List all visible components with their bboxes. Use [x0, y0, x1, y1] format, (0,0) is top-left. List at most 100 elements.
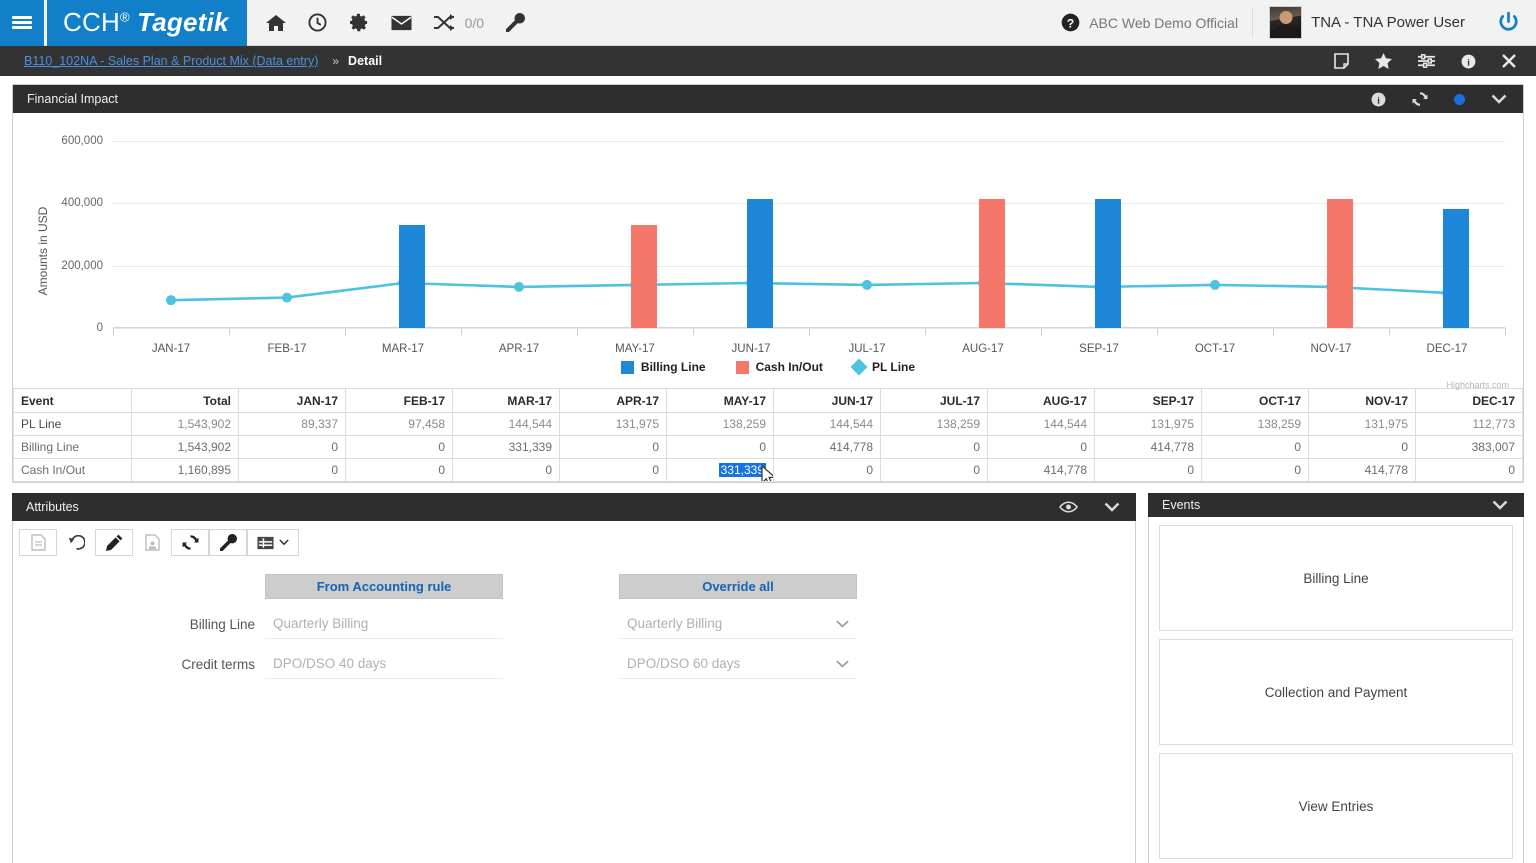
- legend-item-cash-in-out[interactable]: Cash In/Out: [735, 360, 823, 374]
- chart-bar[interactable]: [1327, 198, 1353, 328]
- table-cell[interactable]: 144,544: [987, 412, 1095, 436]
- table-cell[interactable]: 0: [1201, 458, 1309, 482]
- filter-icon[interactable]: [1418, 54, 1435, 68]
- legend-item-pl-line[interactable]: PL Line: [850, 358, 915, 376]
- save-document-icon[interactable]: [133, 529, 171, 556]
- table-cell[interactable]: 0: [345, 458, 453, 482]
- chevron-down-icon[interactable]: [1492, 500, 1508, 511]
- close-icon[interactable]: [1502, 54, 1516, 68]
- table-cell[interactable]: 0: [880, 435, 988, 459]
- table-cell-event[interactable]: PL Line: [13, 412, 132, 436]
- chart-data-point[interactable]: [514, 281, 524, 292]
- home-icon[interactable]: [265, 12, 287, 34]
- table-cell[interactable]: 0: [880, 458, 988, 482]
- table-cell[interactable]: 0: [987, 435, 1095, 459]
- billing-line-override-select[interactable]: Quarterly Billing: [619, 609, 857, 639]
- status-dot-icon[interactable]: [1454, 93, 1465, 105]
- selected-cell-value[interactable]: 331,339: [718, 463, 766, 477]
- table-cell[interactable]: 112,773: [1415, 412, 1523, 436]
- event-button-collection-and-payment[interactable]: Collection and Payment: [1159, 639, 1513, 745]
- gear-icon[interactable]: [349, 12, 371, 34]
- star-icon[interactable]: [1375, 53, 1392, 69]
- table-cell[interactable]: 414,778: [1094, 435, 1202, 459]
- table-cell-event[interactable]: Cash In/Out: [13, 458, 132, 482]
- wrench-icon[interactable]: [209, 529, 247, 556]
- table-column-header[interactable]: OCT-17: [1201, 388, 1309, 413]
- power-icon[interactable]: [1481, 11, 1536, 34]
- undo-icon[interactable]: [57, 529, 95, 556]
- table-cell[interactable]: 131,975: [1094, 412, 1202, 436]
- table-cell[interactable]: 0: [559, 458, 667, 482]
- table-cell[interactable]: 0: [1201, 435, 1309, 459]
- chevron-down-icon[interactable]: [1104, 502, 1120, 513]
- shuffle-icon[interactable]: [433, 12, 455, 34]
- edit-pencil-icon[interactable]: [95, 529, 133, 556]
- table-cell-total[interactable]: 1,160,895: [131, 458, 239, 482]
- table-column-header[interactable]: MAR-17: [452, 388, 560, 413]
- table-cell[interactable]: 414,778: [1308, 458, 1416, 482]
- table-cell[interactable]: 383,007: [1415, 435, 1523, 459]
- table-cell[interactable]: 0: [345, 435, 453, 459]
- event-button-billing-line[interactable]: Billing Line: [1159, 525, 1513, 631]
- table-cell[interactable]: 138,259: [666, 412, 774, 436]
- chart-data-point[interactable]: [282, 292, 292, 303]
- table-cell[interactable]: 331,339: [452, 435, 560, 459]
- table-cell[interactable]: 0: [238, 435, 346, 459]
- chevron-down-icon[interactable]: [1491, 94, 1507, 105]
- table-cell[interactable]: 131,975: [559, 412, 667, 436]
- chart-data-point[interactable]: [862, 279, 872, 290]
- new-document-icon[interactable]: [19, 529, 57, 556]
- table-column-header[interactable]: DEC-17: [1415, 388, 1523, 413]
- table-cell[interactable]: 144,544: [773, 412, 881, 436]
- table-cell[interactable]: 0: [773, 458, 881, 482]
- table-cell[interactable]: 0: [238, 458, 346, 482]
- chart-bar[interactable]: [399, 224, 425, 328]
- table-cell[interactable]: 0: [559, 435, 667, 459]
- table-column-header[interactable]: JAN-17: [238, 388, 346, 413]
- user-group[interactable]: TNA - TNA Power User: [1253, 6, 1481, 39]
- table-view-dropdown[interactable]: [247, 529, 299, 556]
- table-column-header[interactable]: JUN-17: [773, 388, 881, 413]
- event-button-view-entries[interactable]: View Entries: [1159, 753, 1513, 859]
- info-icon[interactable]: i: [1371, 92, 1386, 107]
- table-cell[interactable]: 0: [666, 435, 774, 459]
- table-column-header[interactable]: Total: [131, 388, 239, 413]
- table-cell[interactable]: 331,339: [666, 458, 774, 482]
- chart-bar[interactable]: [979, 198, 1005, 328]
- chart-bar[interactable]: [631, 224, 657, 328]
- breadcrumb-link[interactable]: B110_102NA - Sales Plan & Product Mix (D…: [24, 54, 318, 68]
- table-cell[interactable]: 138,259: [1201, 412, 1309, 436]
- table-cell[interactable]: 0: [1415, 458, 1523, 482]
- chart-data-point[interactable]: [166, 295, 176, 306]
- wrench-icon[interactable]: [504, 12, 526, 34]
- table-column-header[interactable]: AUG-17: [987, 388, 1095, 413]
- envelope-icon[interactable]: [391, 12, 413, 34]
- table-column-header[interactable]: JUL-17: [880, 388, 988, 413]
- chart-bar[interactable]: [747, 198, 773, 328]
- table-cell[interactable]: 0: [452, 458, 560, 482]
- table-column-header[interactable]: MAY-17: [666, 388, 774, 413]
- refresh-icon[interactable]: [171, 529, 209, 556]
- table-cell[interactable]: 131,975: [1308, 412, 1416, 436]
- table-column-header[interactable]: Event: [13, 388, 132, 413]
- credit-terms-override-select[interactable]: DPO/DSO 60 days: [619, 649, 857, 679]
- clock-icon[interactable]: [307, 12, 329, 34]
- table-cell[interactable]: 138,259: [880, 412, 988, 436]
- chart-bar[interactable]: [1095, 198, 1121, 328]
- table-cell[interactable]: 0: [1094, 458, 1202, 482]
- note-icon[interactable]: [1334, 53, 1349, 69]
- table-cell[interactable]: 0: [1308, 435, 1416, 459]
- table-cell[interactable]: 414,778: [773, 435, 881, 459]
- table-cell[interactable]: 97,458: [345, 412, 453, 436]
- chart-data-point[interactable]: [1210, 279, 1220, 290]
- table-cell-event[interactable]: Billing Line: [13, 435, 132, 459]
- info-icon[interactable]: i: [1461, 54, 1476, 69]
- table-column-header[interactable]: NOV-17: [1308, 388, 1416, 413]
- table-cell[interactable]: 89,337: [238, 412, 346, 436]
- help-icon[interactable]: ?: [1059, 12, 1081, 34]
- table-cell[interactable]: 414,778: [987, 458, 1095, 482]
- table-cell[interactable]: 144,544: [452, 412, 560, 436]
- chart-bar[interactable]: [1443, 208, 1469, 328]
- table-cell-total[interactable]: 1,543,902: [131, 412, 239, 436]
- eye-icon[interactable]: [1059, 501, 1078, 513]
